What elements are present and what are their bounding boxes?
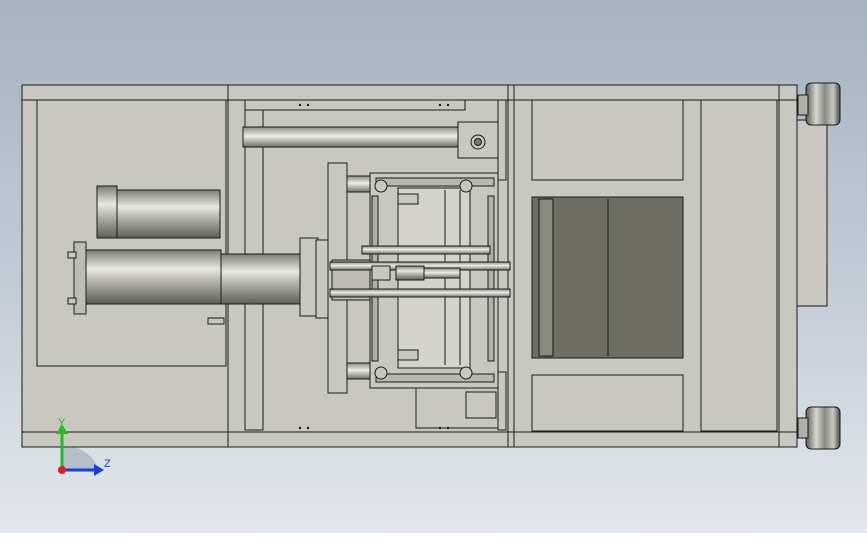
- side-housing: [796, 119, 828, 307]
- right-bottom-panel: [531, 374, 684, 432]
- z-axis-label: Z: [104, 458, 111, 470]
- upper-cylinder: [116, 189, 221, 239]
- machine-drawing: Y Z: [21, 82, 841, 476]
- guide-rod: [242, 126, 462, 148]
- cad-viewport[interactable]: Y Z: [0, 0, 867, 533]
- bottom-knob: [805, 406, 841, 450]
- ram-cylinder: [220, 253, 306, 305]
- far-right-panel: [700, 99, 778, 432]
- y-axis-label: Y: [58, 417, 66, 429]
- right-top-panel: [531, 99, 684, 181]
- lower-cylinder: [85, 249, 222, 305]
- top-knob: [805, 82, 841, 126]
